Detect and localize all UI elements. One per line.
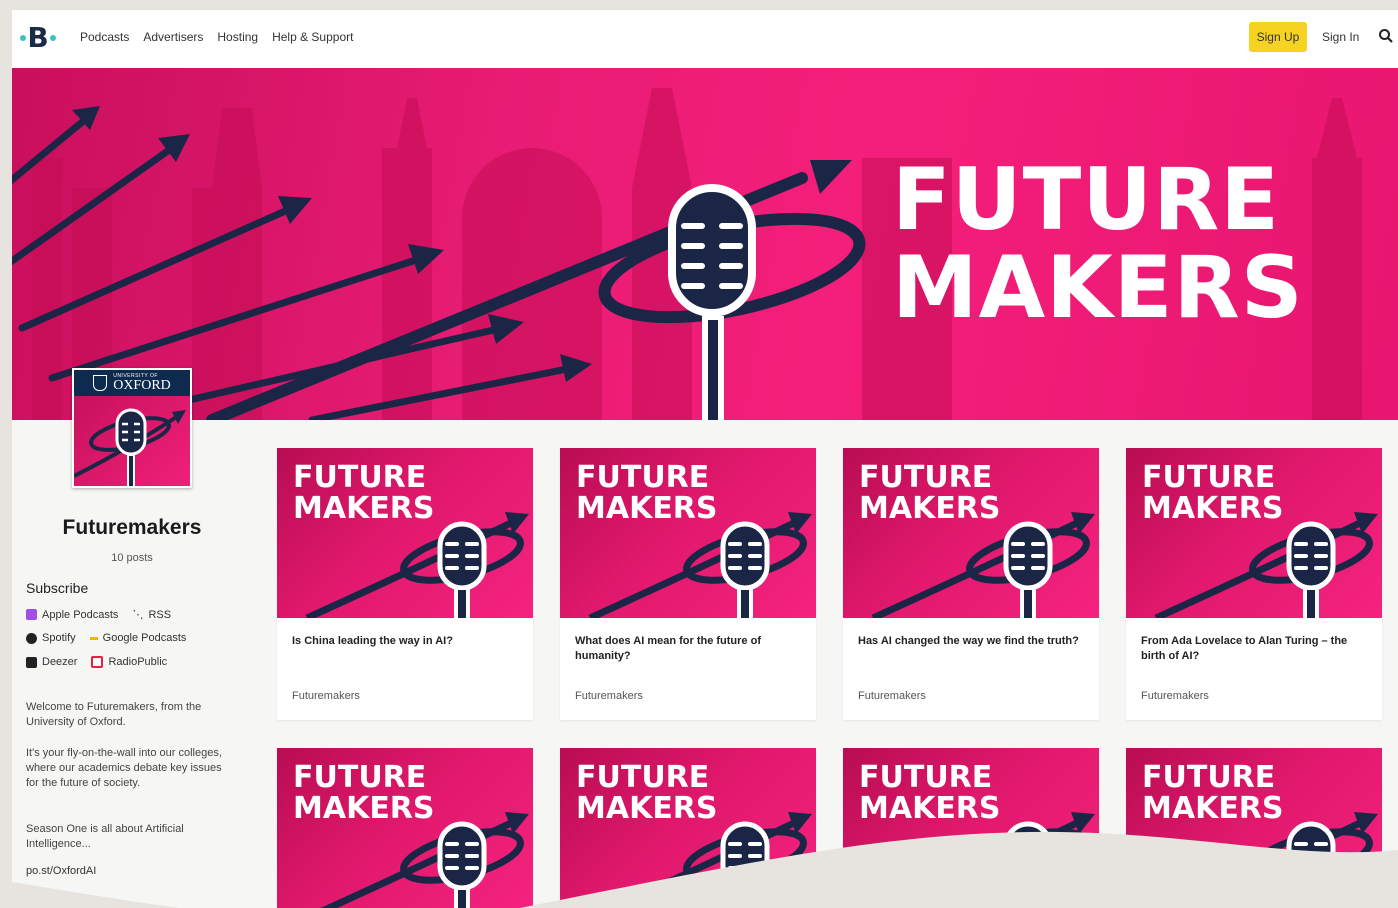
episode-card[interactable]: FUTURE MAKERS bbox=[277, 748, 533, 908]
episode-title[interactable]: Has AI changed the way we find the truth… bbox=[858, 634, 1084, 649]
google-podcasts-icon bbox=[89, 636, 98, 640]
subscribe-rss[interactable]: ⋱ RSS bbox=[132, 608, 172, 622]
show-title: Futuremakers bbox=[62, 516, 202, 539]
show-sidebar: UNIVERSITY OF OXFORD Futuremakers 10 pos… bbox=[12, 368, 262, 908]
logo-dot-left bbox=[20, 35, 26, 41]
episode-show-name[interactable]: Futuremakers bbox=[292, 690, 360, 702]
top-nav: B Podcasts Advertisers Hosting Help & Su… bbox=[12, 10, 1398, 68]
spotify-icon bbox=[26, 632, 37, 644]
show-link[interactable]: po.st/OxfordAI bbox=[26, 864, 236, 879]
subscribe-row-1: Apple Podcasts ⋱ RSS bbox=[26, 608, 171, 621]
episode-title[interactable]: What does AI mean for the future of huma… bbox=[575, 634, 801, 664]
post-count: 10 posts bbox=[111, 552, 153, 564]
episode-show-name[interactable]: Futuremakers bbox=[858, 690, 926, 702]
episode-artwork[interactable]: FUTURE MAKERS bbox=[1126, 748, 1382, 908]
mic-icon bbox=[1169, 812, 1378, 908]
mic-icon bbox=[603, 812, 812, 908]
episode-card[interactable]: FUTURE MAKERS What does AI mean for the fu… bbox=[560, 448, 816, 720]
platform-label: RadioPublic bbox=[108, 656, 168, 668]
episode-artwork[interactable]: FUTURE MAKERS bbox=[843, 748, 1099, 908]
nav-links: Podcasts Advertisers Hosting Help & Supp… bbox=[80, 30, 353, 44]
nav-link-advertisers[interactable]: Advertisers bbox=[143, 30, 203, 44]
platform-label: Apple Podcasts bbox=[42, 608, 119, 621]
show-description-body: It's your fly-on-the-wall into our colle… bbox=[26, 747, 222, 789]
mic-icon bbox=[886, 812, 1095, 908]
mic-icon bbox=[305, 512, 529, 618]
episode-card[interactable]: FUTURE MAKERS From Ada Lovelace to Alan Tu… bbox=[1126, 448, 1382, 720]
episode-card[interactable]: FUTURE MAKERS Is China leading the way in … bbox=[277, 448, 533, 720]
episode-artwork[interactable]: FUTURE MAKERS bbox=[560, 448, 816, 618]
subscribe-google-podcasts[interactable]: Google Podcasts bbox=[89, 632, 187, 644]
subscribe-deezer[interactable]: Deezer bbox=[26, 656, 77, 668]
episode-title[interactable]: From Ada Lovelace to Alan Turing – the b… bbox=[1141, 634, 1367, 664]
episode-artwork[interactable]: FUTURE MAKERS bbox=[1126, 448, 1382, 618]
rss-icon: ⋱ bbox=[132, 609, 144, 621]
banner-title-line1: FUTURE bbox=[892, 150, 1281, 250]
logo-dot-right bbox=[50, 35, 56, 41]
logo-letter: B bbox=[27, 21, 49, 54]
episode-artwork[interactable]: FUTURE MAKERS bbox=[277, 748, 533, 908]
sign-in-link[interactable]: Sign In bbox=[1322, 30, 1359, 44]
site-logo[interactable]: B bbox=[20, 22, 56, 54]
subscribe-radiopublic[interactable]: RadioPublic bbox=[91, 656, 167, 668]
radiopublic-icon bbox=[91, 656, 104, 668]
episode-artwork[interactable]: FUTURE MAKERS bbox=[277, 448, 533, 618]
episode-show-name[interactable]: Futuremakers bbox=[1141, 690, 1209, 702]
banner-title: FUTURE MAKERS bbox=[892, 156, 1304, 332]
platform-label: Google Podcasts bbox=[102, 632, 187, 644]
nav-link-podcasts[interactable]: Podcasts bbox=[80, 30, 129, 44]
subscribe-apple-podcasts[interactable]: Apple Podcasts bbox=[26, 608, 118, 621]
platform-label: Spotify bbox=[42, 632, 76, 644]
show-description-intro: Welcome to Futuremakers, from the Univer… bbox=[26, 701, 202, 728]
platform-label: RSS bbox=[148, 608, 172, 621]
subscribe-row-3: Deezer RadioPublic bbox=[26, 656, 167, 668]
episode-artwork[interactable]: FUTURE MAKERS bbox=[560, 748, 816, 908]
episode-card[interactable]: FUTURE MAKERS bbox=[843, 748, 1099, 908]
episode-show-name[interactable]: Futuremakers bbox=[575, 690, 643, 702]
sign-up-button[interactable]: Sign Up bbox=[1249, 22, 1307, 52]
episode-title[interactable]: Is China leading the way in AI? bbox=[292, 634, 518, 649]
apple-podcasts-icon bbox=[26, 609, 37, 620]
mic-icon bbox=[871, 512, 1095, 618]
nav-link-hosting[interactable]: Hosting bbox=[217, 30, 258, 44]
nav-link-help-support[interactable]: Help & Support bbox=[272, 30, 353, 44]
show-banner: FUTURE MAKERS bbox=[12, 68, 1398, 420]
oxford-logo: UNIVERSITY OF OXFORD bbox=[74, 370, 190, 396]
episode-card[interactable]: FUTURE MAKERS Has AI changed the way we fi… bbox=[843, 448, 1099, 720]
mic-icon bbox=[74, 408, 186, 486]
subscribe-spotify[interactable]: Spotify bbox=[26, 632, 76, 644]
episode-card[interactable]: FUTURE MAKERS bbox=[1126, 748, 1382, 908]
deezer-icon bbox=[26, 656, 37, 668]
episode-artwork[interactable]: FUTURE MAKERS bbox=[843, 448, 1099, 618]
banner-title-line2: MAKERS bbox=[892, 238, 1304, 338]
oxford-crest-icon bbox=[93, 375, 108, 391]
oxford-wordmark: OXFORD bbox=[113, 377, 171, 393]
mic-icon bbox=[320, 812, 529, 908]
platform-label: Deezer bbox=[42, 656, 78, 668]
search-icon[interactable] bbox=[1378, 28, 1394, 44]
subscribe-heading: Subscribe bbox=[26, 580, 89, 596]
episode-card[interactable]: FUTURE MAKERS bbox=[560, 748, 816, 908]
show-description-season: Season One is all about Artificial Intel… bbox=[26, 823, 184, 850]
mic-icon bbox=[588, 512, 812, 618]
show-cover-art[interactable]: UNIVERSITY OF OXFORD bbox=[72, 368, 192, 488]
browser-page: B Podcasts Advertisers Hosting Help & Su… bbox=[12, 10, 1398, 908]
subscribe-row-2: Spotify Google Podcasts bbox=[26, 632, 186, 644]
mic-icon bbox=[1154, 512, 1378, 618]
